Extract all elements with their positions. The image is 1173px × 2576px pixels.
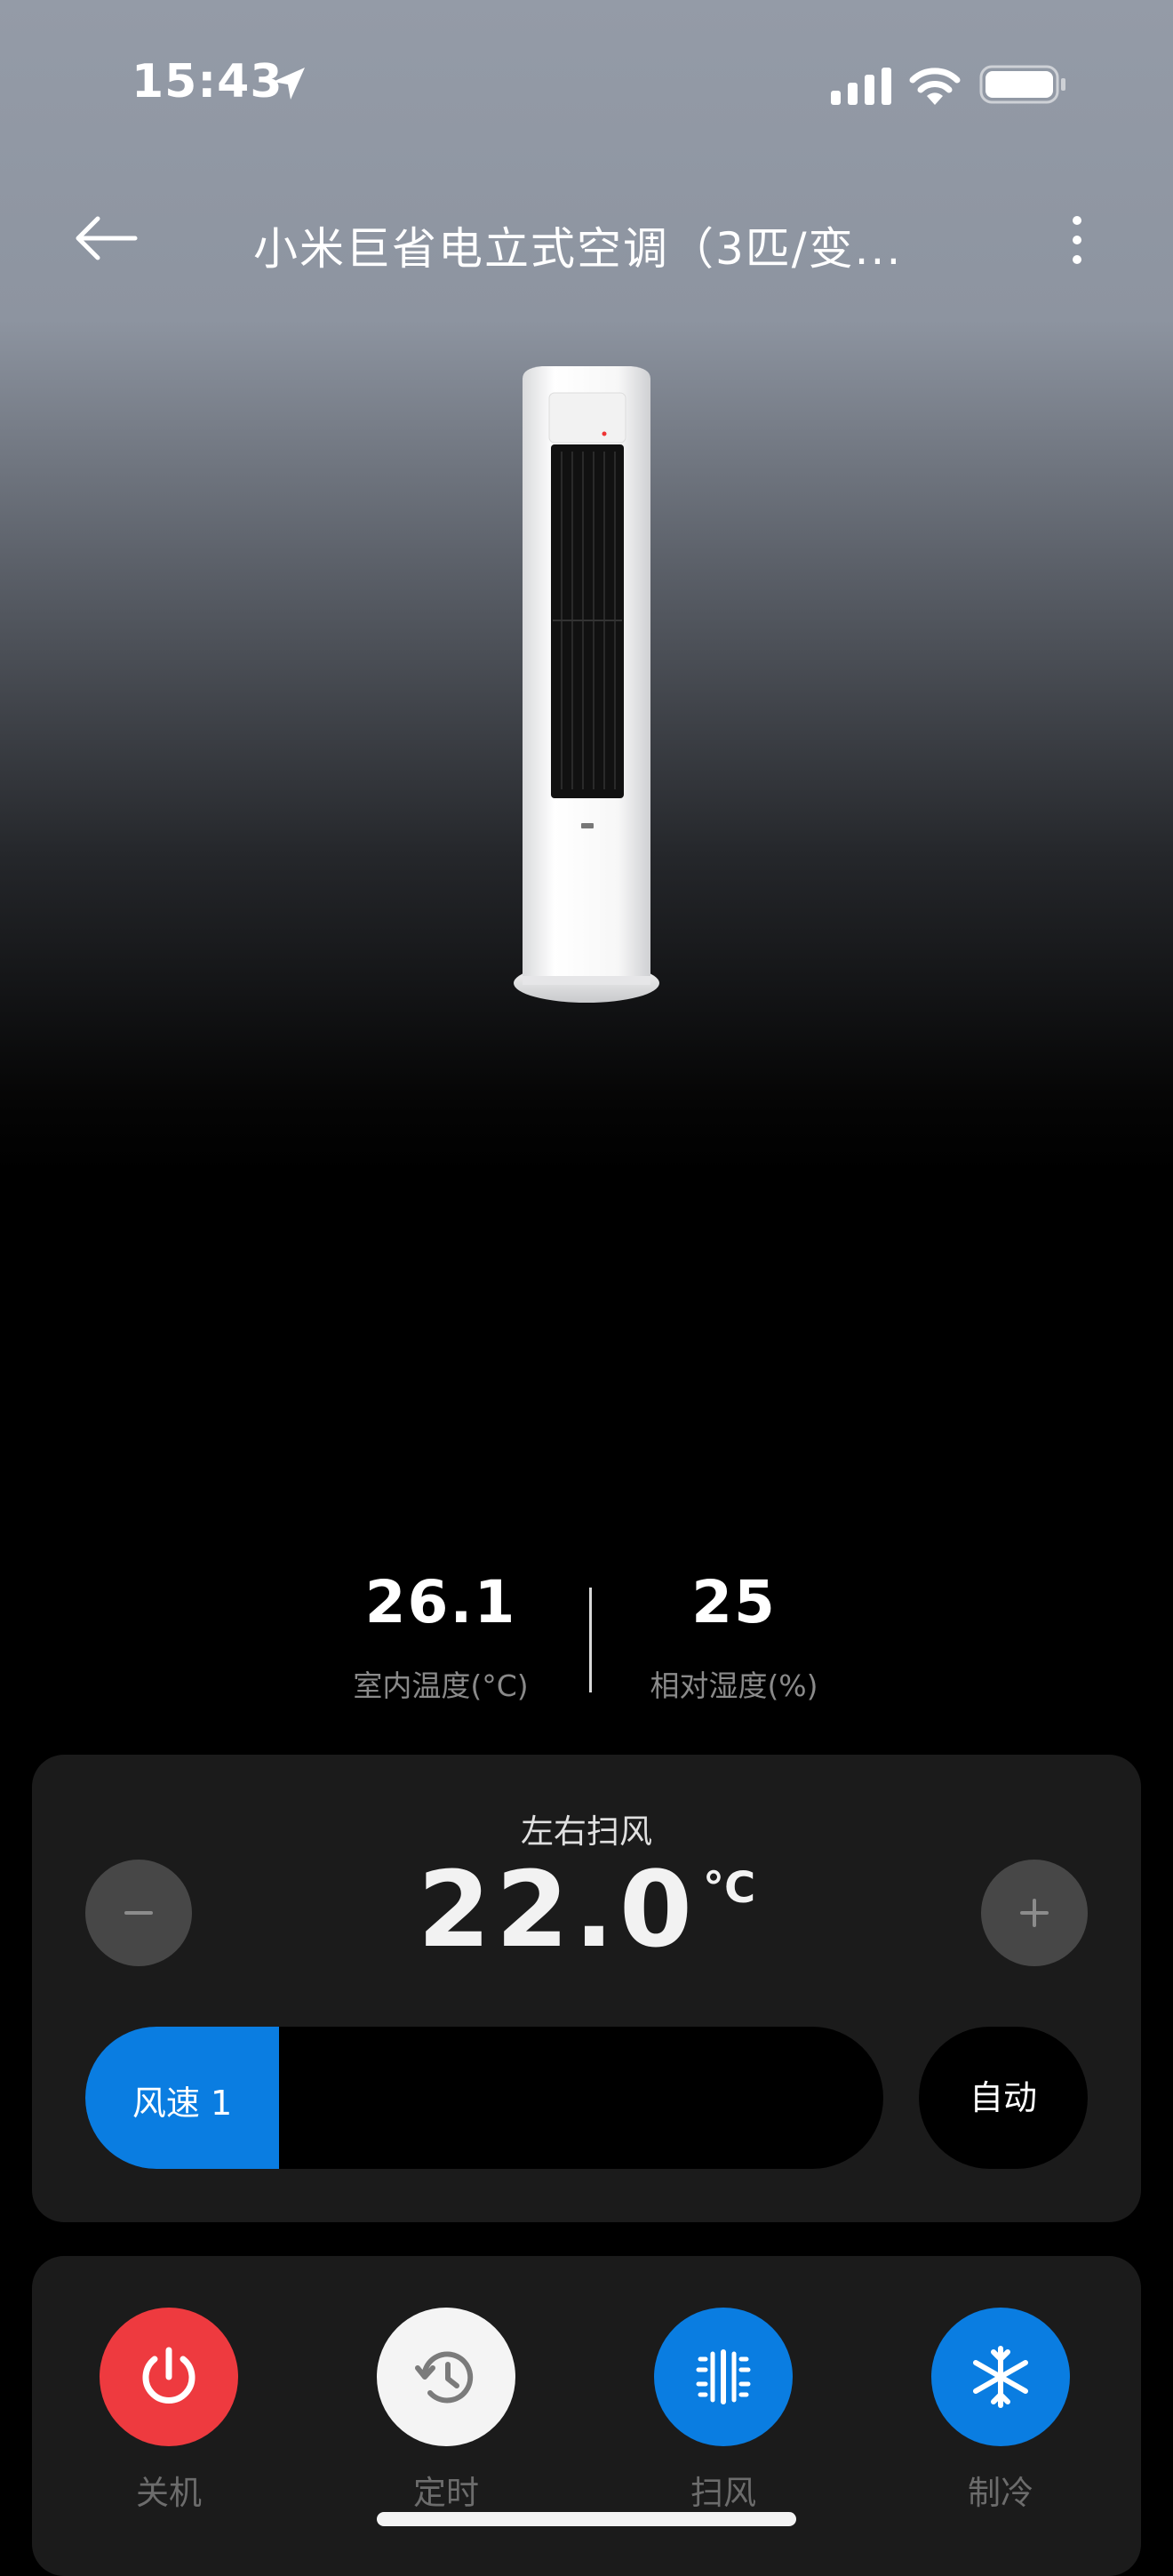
location-arrow-icon (273, 68, 305, 100)
relative-humidity: 25 相对湿度(%) (601, 1573, 867, 1705)
cool-mode-button-circle[interactable] (931, 2308, 1070, 2446)
wifi-icon (909, 68, 961, 105)
fan-speed-slider[interactable]: 风速 1 (85, 2027, 883, 2169)
power-icon (142, 2347, 196, 2404)
more-vertical-icon[interactable] (1057, 213, 1097, 267)
target-temperature: 22.0 °C (32, 1852, 1141, 1968)
home-indicator[interactable] (377, 2512, 796, 2526)
timer-button-circle[interactable] (377, 2308, 515, 2446)
power-button-label: 关机 (136, 2474, 202, 2512)
humidity-label: 相对湿度(%) (650, 1668, 818, 1703)
status-bar: 15:43 (0, 0, 1173, 169)
timer-button[interactable]: 定时 (366, 2308, 526, 2514)
battery-icon (979, 65, 1065, 104)
plus-icon (1020, 1899, 1049, 1927)
timer-icon (415, 2351, 474, 2404)
indoor-temperature-label: 室内温度(°C) (353, 1668, 529, 1703)
back-arrow-icon[interactable] (71, 210, 142, 267)
swing-icon (696, 2349, 751, 2404)
increase-temperature-button[interactable] (981, 1860, 1088, 1966)
status-time: 15:43 (132, 55, 283, 108)
temperature-control-card: 左右扫风 22.0 °C 风速 1 自动 (32, 1755, 1141, 2222)
cellular-signal-icon (831, 68, 891, 105)
cool-mode-button[interactable]: 制冷 (921, 2308, 1081, 2514)
indoor-temperature-value: 26.1 (364, 1568, 517, 1636)
snowflake-icon (973, 2346, 1028, 2408)
cool-mode-button-label: 制冷 (968, 2474, 1033, 2512)
air-conditioner-image (514, 366, 659, 1003)
swing-button[interactable]: 扫风 (643, 2308, 803, 2514)
power-button-circle[interactable] (100, 2308, 238, 2446)
readings-divider (589, 1588, 592, 1692)
temperature-unit: °C (702, 1863, 756, 1913)
swing-mode-label: 左右扫风 (521, 1812, 652, 1851)
power-button[interactable]: 关机 (89, 2308, 249, 2514)
swing-button-label: 扫风 (690, 2474, 756, 2512)
indoor-temperature: 26.1 室内温度(°C) (307, 1573, 574, 1705)
auto-fan-button[interactable]: 自动 (919, 2027, 1088, 2169)
timer-button-label: 定时 (413, 2474, 479, 2512)
device-title: 小米巨省电立式空调（3匹/变... (253, 223, 903, 275)
humidity-value: 25 (691, 1568, 777, 1636)
swing-button-circle[interactable] (654, 2308, 793, 2446)
fan-speed-label: 风速 1 (132, 2084, 233, 2123)
target-temperature-value: 22.0 (417, 1848, 698, 1971)
function-buttons-card: 关机 定时 扫风 制冷 (32, 2256, 1141, 2576)
sensor-readings: 26.1 室内温度(°C) 25 相对湿度(%) (0, 1573, 1173, 1707)
